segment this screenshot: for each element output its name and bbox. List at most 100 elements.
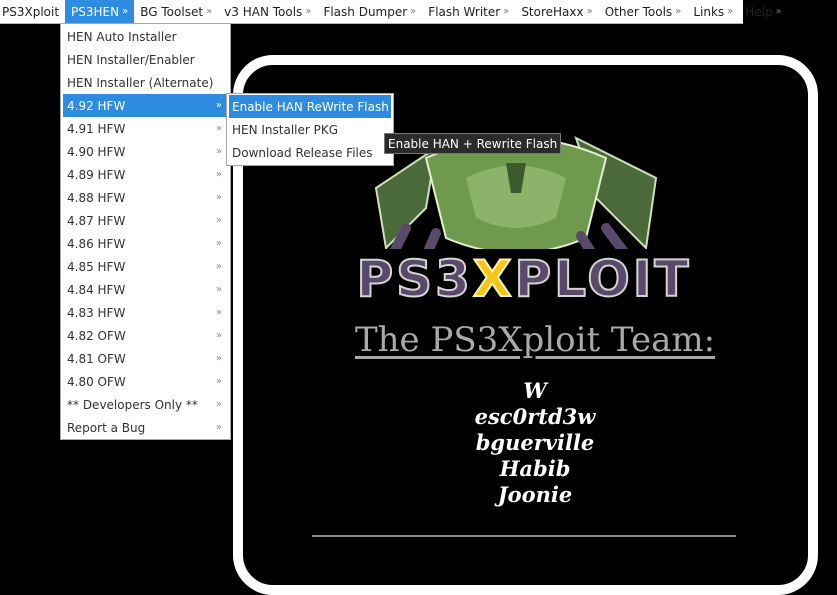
- menu-links[interactable]: Links»: [687, 0, 739, 23]
- chevron-right-icon: »: [215, 330, 222, 341]
- chevron-right-icon: »: [215, 123, 222, 134]
- dropdown-item-report-a-bug[interactable]: Report a Bug »: [61, 416, 230, 439]
- chevron-right-icon: »: [215, 169, 222, 180]
- team-member: Habib: [499, 456, 571, 481]
- menu-label: PS3Xploit: [2, 4, 60, 19]
- dropdown-item-4-85-hfw[interactable]: 4.85 HFW »: [61, 255, 230, 278]
- chevron-right-icon: »: [215, 353, 222, 364]
- menu-label: Flash Dumper: [323, 4, 408, 19]
- menu-ps3hen[interactable]: PS3HEN»: [65, 0, 135, 23]
- dropdown-item-label: 4.90 HFW: [67, 144, 126, 159]
- dropdown-item-4-90-hfw[interactable]: 4.90 HFW »: [61, 140, 230, 163]
- logo-text-x: X: [472, 249, 515, 309]
- menu-label: StoreHaxx: [521, 4, 584, 19]
- chevron-right-icon: »: [215, 238, 222, 249]
- team-member: W: [523, 378, 547, 403]
- chevron-right-icon: »: [775, 6, 782, 17]
- team-member: esc0rtd3w: [474, 404, 596, 429]
- dropdown-item-label: 4.88 HFW: [67, 190, 126, 205]
- submenu-item-label: HEN Installer PKG: [232, 122, 339, 137]
- dropdown-item-label: 4.92 HFW: [67, 98, 126, 113]
- dropdown-item-label: 4.86 HFW: [67, 236, 126, 251]
- dropdown-item-label: HEN Installer (Alternate): [67, 75, 214, 90]
- menu-v3-han-tools[interactable]: v3 HAN Tools»: [218, 0, 317, 23]
- submenu-item-enable-han-rewrite-flash[interactable]: Enable HAN ReWrite Flash: [229, 95, 391, 118]
- chevron-right-icon: »: [503, 6, 510, 17]
- menu-bg-toolset[interactable]: BG Toolset»: [134, 0, 218, 23]
- top-menu-bar: PS3Xploit PS3HEN» BG Toolset» v3 HAN Too…: [0, 0, 782, 24]
- dropdown-item-hen-auto-installer[interactable]: HEN Auto Installer: [61, 25, 230, 48]
- chevron-right-icon: »: [305, 6, 312, 17]
- dropdown-item-4-80-ofw[interactable]: 4.80 OFW »: [61, 370, 230, 393]
- menu-label: v3 HAN Tools: [224, 4, 303, 19]
- submenu-item-hen-installer-pkg[interactable]: HEN Installer PKG: [227, 118, 393, 141]
- dropdown-item-label: 4.82 OFW: [67, 328, 126, 343]
- dropdown-item-label: ** Developers Only **: [67, 397, 198, 412]
- dropdown-item-label: 4.87 HFW: [67, 213, 126, 228]
- dropdown-item-hen-installer-enabler[interactable]: HEN Installer/Enabler: [61, 48, 230, 71]
- menu-label: Help: [745, 4, 773, 19]
- dropdown-item-label: HEN Auto Installer: [67, 29, 177, 44]
- menu-help[interactable]: Help»: [739, 0, 787, 23]
- menu-other-tools[interactable]: Other Tools»: [599, 0, 688, 23]
- dropdown-item-4-89-hfw[interactable]: 4.89 HFW »: [61, 163, 230, 186]
- chevron-right-icon: »: [215, 284, 222, 295]
- dropdown-item-4-88-hfw[interactable]: 4.88 HFW »: [61, 186, 230, 209]
- dropdown-item-label: 4.89 HFW: [67, 167, 126, 182]
- team-title: The PS3Xploit Team:: [354, 320, 716, 360]
- dropdown-item-label: 4.83 HFW: [67, 305, 126, 320]
- chevron-right-icon: »: [215, 376, 222, 387]
- dropdown-item-4-92-hfw[interactable]: 4.92 HFW »: [63, 94, 228, 117]
- team-members-list: W esc0rtd3w bguerville Habib Joonie: [233, 378, 837, 508]
- logo-text-ps3: PS3: [356, 249, 473, 309]
- submenu-item-label: Download Release Files: [232, 145, 373, 160]
- hfw-4-92-submenu: Enable HAN ReWrite Flash HEN Installer P…: [226, 93, 394, 166]
- dropdown-item-label: Report a Bug: [67, 420, 146, 435]
- dropdown-item-label: HEN Installer/Enabler: [67, 52, 195, 67]
- submenu-item-label: Enable HAN ReWrite Flash: [232, 99, 389, 114]
- chevron-right-icon: »: [727, 6, 734, 17]
- submenu-item-download-release-files[interactable]: Download Release Files: [227, 141, 393, 164]
- menu-storehaxx[interactable]: StoreHaxx»: [515, 0, 598, 23]
- chevron-right-icon: »: [215, 307, 222, 318]
- chevron-right-icon: »: [122, 6, 129, 17]
- logo-text: PS3XPLOIT: [322, 249, 726, 309]
- menu-label: PS3HEN: [71, 4, 120, 19]
- menu-flash-dumper[interactable]: Flash Dumper»: [317, 0, 422, 23]
- chevron-right-icon: »: [206, 6, 213, 17]
- chevron-right-icon: »: [675, 6, 682, 17]
- dropdown-item-4-86-hfw[interactable]: 4.86 HFW »: [61, 232, 230, 255]
- dropdown-item-label: 4.80 OFW: [67, 374, 126, 389]
- menu-label: Flash Writer: [428, 4, 501, 19]
- chevron-right-icon: »: [215, 100, 222, 111]
- menu-flash-writer[interactable]: Flash Writer»: [422, 0, 515, 23]
- tooltip: Enable HAN + Rewrite Flash: [384, 133, 562, 154]
- chevron-right-icon: »: [215, 192, 222, 203]
- chevron-right-icon: »: [215, 422, 222, 433]
- chevron-right-icon: »: [215, 399, 222, 410]
- chevron-right-icon: »: [215, 146, 222, 157]
- dropdown-item-label: 4.91 HFW: [67, 121, 126, 136]
- menu-label: BG Toolset: [140, 4, 204, 19]
- logo-text-ploit: PLOIT: [514, 249, 692, 309]
- dropdown-item-label: 4.85 HFW: [67, 259, 126, 274]
- dropdown-item-4-91-hfw[interactable]: 4.91 HFW »: [61, 117, 230, 140]
- menu-label: Other Tools: [604, 4, 673, 19]
- dropdown-item-developers-only[interactable]: ** Developers Only ** »: [61, 393, 230, 416]
- dropdown-item-4-84-hfw[interactable]: 4.84 HFW »: [61, 278, 230, 301]
- dropdown-item-4-82-ofw[interactable]: 4.82 OFW »: [61, 324, 230, 347]
- dropdown-item-hen-installer-alternate[interactable]: HEN Installer (Alternate): [61, 71, 230, 94]
- team-member: bguerville: [475, 430, 595, 455]
- dropdown-item-4-83-hfw[interactable]: 4.83 HFW »: [61, 301, 230, 324]
- dropdown-item-4-87-hfw[interactable]: 4.87 HFW »: [61, 209, 230, 232]
- divider: [312, 535, 736, 537]
- chevron-right-icon: »: [410, 6, 417, 17]
- menu-ps3xploit[interactable]: PS3Xploit: [0, 0, 65, 23]
- dropdown-item-4-81-ofw[interactable]: 4.81 OFW »: [61, 347, 230, 370]
- ps3hen-dropdown: HEN Auto Installer HEN Installer/Enabler…: [60, 23, 231, 440]
- chevron-right-icon: »: [215, 215, 222, 226]
- team-member: Joonie: [497, 482, 573, 507]
- dropdown-item-label: 4.81 OFW: [67, 351, 126, 366]
- chevron-right-icon: »: [215, 261, 222, 272]
- dropdown-item-label: 4.84 HFW: [67, 282, 126, 297]
